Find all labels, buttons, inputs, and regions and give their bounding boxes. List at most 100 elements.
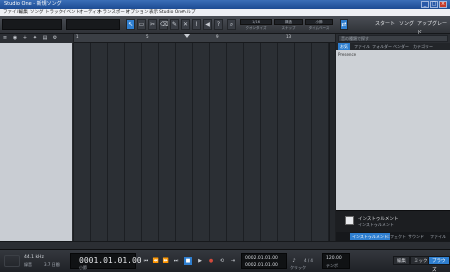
browser-bottom-tabs: インストゥルメント エフェクト サウンド ファイル	[336, 232, 450, 241]
folder-icon[interactable]: ▤	[42, 35, 48, 41]
add-track-icon[interactable]: +	[22, 35, 28, 41]
menu-event[interactable]: イベント	[62, 9, 80, 16]
track-list-header: ≡ ◉ + ✦ ▤ ⚙	[0, 34, 73, 43]
loop-start: 0002.01.01.00	[245, 256, 278, 261]
ruler-mark: 5	[146, 34, 149, 39]
tab-effects[interactable]: エフェクト	[384, 233, 408, 240]
maximize-button[interactable]: □	[430, 1, 438, 8]
quantize-button[interactable]: 1/16	[240, 19, 272, 25]
list-item[interactable]: Presence	[338, 52, 356, 57]
studio-one-window: Studio One - 新規ソング _ □ × ファイル 編集 ソング トラッ…	[0, 0, 450, 272]
menu-song[interactable]: ソング	[30, 9, 44, 16]
menu-bar: ファイル 編集 ソング トラック イベント オーディオ トランスポート オプショ…	[0, 9, 450, 16]
position-unit: 小節	[79, 265, 87, 270]
metronome-icon[interactable]: ♪	[290, 257, 298, 265]
forward-end-icon[interactable]: ⏭	[172, 257, 180, 265]
eraser-tool-icon[interactable]: ⌫	[159, 19, 168, 30]
instrument-icon	[345, 216, 354, 225]
track-name-field[interactable]	[2, 19, 62, 30]
time-signature: 4 / 4	[304, 258, 313, 263]
browser-tabs: お気 ファイル フォルダー ベンダー カテゴリー	[336, 43, 450, 50]
tempo-value: 120.00	[326, 256, 342, 261]
browser-list[interactable]: Presence	[336, 50, 450, 210]
record-time: 3.7 日間	[44, 262, 60, 267]
help-button[interactable]: ?	[214, 19, 223, 30]
browser-search-input[interactable]: 音の種類で探す	[338, 35, 448, 42]
timeline-ruler[interactable]: 1 5 9 13	[74, 34, 335, 43]
loop-icon[interactable]: ⟲	[218, 257, 226, 265]
pencil-tool-icon[interactable]: ✎	[170, 19, 179, 30]
menu-track[interactable]: トラック	[45, 9, 63, 16]
track-list-panel: ≡ ◉ + ✦ ▤ ⚙	[0, 34, 73, 241]
ruler-mark: 9	[216, 34, 219, 39]
bend-tool-icon[interactable]: ⌇	[192, 19, 201, 30]
browser-info: インストゥルメント インストゥルメント	[336, 210, 450, 232]
stop-icon[interactable]: ■	[184, 257, 192, 265]
snap-button[interactable]: 構造	[274, 19, 303, 25]
vertical-scrollbar[interactable]	[329, 43, 335, 241]
tab-file[interactable]: ファイル	[352, 43, 372, 50]
menu-help[interactable]: ヘルプ	[182, 9, 196, 16]
loop-end: 0002.01.01.00	[245, 263, 278, 268]
tab-files[interactable]: ファイル	[428, 233, 448, 240]
tab-category[interactable]: カテゴリー	[411, 43, 435, 50]
menu-edit[interactable]: 編集	[19, 9, 28, 16]
sample-rate: 44.1 kHz	[24, 255, 44, 260]
menu-options[interactable]: オプション	[126, 9, 149, 16]
ruler-mark: 1	[76, 34, 79, 39]
loop-display[interactable]: 0002.01.01.00 0002.01.01.00	[241, 253, 287, 269]
mute-tool-icon[interactable]: ✕	[181, 19, 190, 30]
status-strip	[0, 241, 450, 249]
browser-panel: 音の種類で探す お気 ファイル フォルダー ベンダー カテゴリー Presenc…	[336, 34, 450, 241]
menu-transport[interactable]: トランスポート	[98, 9, 129, 16]
timebase-button[interactable]: 小節	[305, 19, 333, 25]
minimize-button[interactable]: _	[421, 1, 429, 8]
nav-start[interactable]: スタート	[375, 20, 395, 29]
close-button[interactable]: ×	[439, 1, 447, 8]
nav-song[interactable]: ソング	[399, 20, 414, 29]
position-value: 0001.01.01.00	[79, 256, 142, 265]
range-tool-icon[interactable]: ▭	[137, 19, 146, 30]
inspector-field[interactable]	[66, 19, 120, 30]
split-tool-icon[interactable]: ✂	[148, 19, 157, 30]
view-edit[interactable]: 編集	[393, 256, 410, 265]
tools-icon[interactable]: ⚙	[52, 35, 58, 41]
position-display[interactable]: 0001.01.01.00 小節	[70, 253, 142, 270]
info-subtitle: インストゥルメント	[358, 222, 394, 227]
automation-icon[interactable]: ✦	[32, 35, 38, 41]
arrow-tool-icon[interactable]: ↖	[126, 19, 135, 30]
arrange-view[interactable]: 1 5 9 13	[74, 34, 335, 241]
visibility-icon[interactable]: ◉	[12, 35, 18, 41]
track-lanes[interactable]	[74, 43, 329, 241]
perf-meter-icon[interactable]	[4, 255, 20, 267]
tab-favorites[interactable]: お気	[338, 43, 350, 50]
snap-label: スナップ	[281, 26, 296, 30]
rewind-start-icon[interactable]: ⏮	[142, 257, 150, 265]
rec-label: 録音	[24, 262, 32, 267]
tempo-label: テンポ	[326, 263, 338, 268]
metronome-label: クリック	[290, 265, 306, 270]
nav-upgrade[interactable]: アップグレード	[417, 20, 450, 36]
punch-icon[interactable]: ⇥	[229, 257, 237, 265]
tab-sounds[interactable]: サウンド	[406, 233, 426, 240]
quantize-label: クオンタイズ	[245, 26, 267, 30]
play-icon[interactable]: ▶	[196, 257, 204, 265]
window-title: Studio One - 新規ソング	[4, 1, 62, 7]
zoom-icon[interactable]: ⌕	[227, 19, 236, 30]
title-bar: Studio One - 新規ソング _ □ ×	[0, 0, 450, 9]
menu-studio-one[interactable]: Studio One	[159, 9, 184, 16]
rewind-icon[interactable]: ⏪	[152, 257, 160, 265]
forward-icon[interactable]: ⏩	[162, 257, 170, 265]
record-icon[interactable]: ●	[207, 257, 215, 265]
browser-toggle-icon[interactable]: ⇄	[340, 19, 348, 30]
menu-view[interactable]: 表示	[149, 9, 158, 16]
tempo-display[interactable]: 120.00 テンポ	[322, 253, 350, 269]
timebase-label: タイムベース	[308, 26, 330, 30]
listen-tool-icon[interactable]: ◀	[203, 19, 212, 30]
list-icon[interactable]: ≡	[2, 35, 8, 41]
ruler-mark: 13	[286, 34, 292, 39]
playhead-marker-icon[interactable]	[184, 34, 190, 38]
view-browse[interactable]: ブラウズ	[428, 256, 450, 272]
transport-bar: 44.1 kHz 録音 3.7 日間 0001.01.01.00 小節 ⏮ ⏪ …	[0, 249, 450, 272]
tab-vendor[interactable]: ベンダー	[391, 43, 411, 50]
